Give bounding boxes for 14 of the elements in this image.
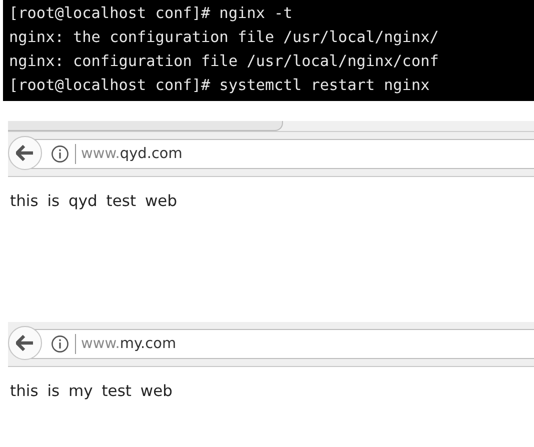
terminal-line: [root@localhost conf]# nginx -t (9, 3, 292, 24)
info-icon[interactable] (51, 145, 69, 163)
back-arrow-icon (16, 145, 34, 161)
info-icon[interactable] (51, 335, 69, 353)
terminal-line: nginx: configuration file /usr/local/nginx/conf (9, 51, 439, 72)
back-button[interactable] (8, 136, 42, 170)
url-text: www.qyd.com (81, 146, 182, 162)
back-button[interactable] (8, 326, 42, 360)
page-text: this is qyd test web (10, 192, 178, 210)
back-arrow-icon (16, 335, 34, 351)
url-text: www.my.com (81, 336, 176, 352)
terminal-line: [root@localhost conf]# systemctl restart nginx (9, 75, 430, 96)
terminal-line: nginx: the configuration file /usr/local/nginx/ (9, 27, 439, 48)
page-text: this is my test web (10, 382, 172, 400)
